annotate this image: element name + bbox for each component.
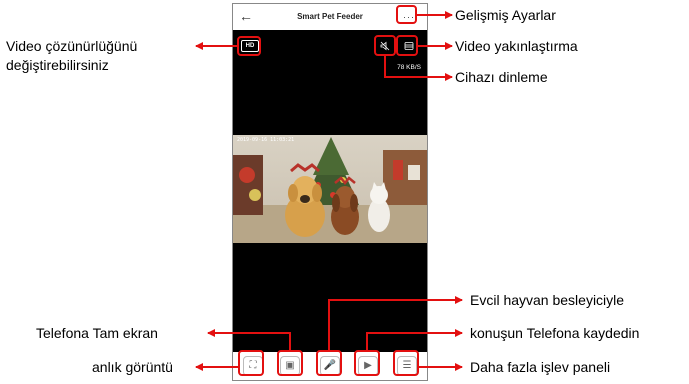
label-resolution-2: değiştirebilirsiniz [6, 57, 109, 73]
label-listen: Cihazı dinleme [455, 69, 548, 85]
label-snapshot: anlık görüntü [92, 359, 173, 375]
label-fullscreen: Telefona Tam ekran [36, 325, 158, 341]
label-zoom: Video yakınlaştırma [455, 38, 578, 54]
label-more-panel: Daha fazla işlev paneli [470, 359, 611, 375]
label-advanced-settings: Gelişmiş Ayarlar [455, 7, 556, 23]
label-talk: Evcil hayvan besleyiciyle [470, 292, 625, 308]
label-resolution-1: Video çözünürlüğünü [6, 38, 138, 54]
label-record: konuşun Telefona kaydedin [470, 325, 640, 341]
